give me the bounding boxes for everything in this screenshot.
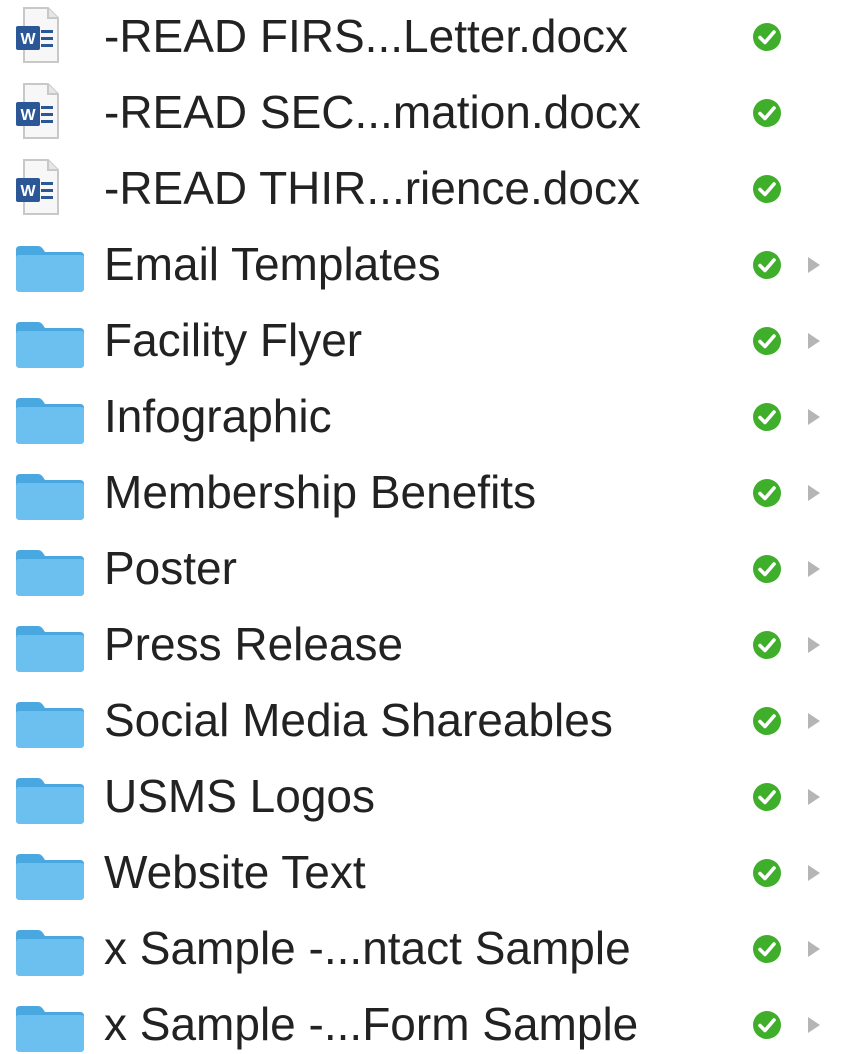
synced-check-icon [753, 327, 781, 355]
file-row[interactable]: W -READ FIRS...Letter.docx [0, 0, 848, 76]
folder-name: Website Text [104, 846, 366, 898]
folder-row[interactable]: Email Templates [0, 228, 848, 304]
folder-row[interactable]: Infographic [0, 380, 848, 456]
disclosure-triangle-icon[interactable] [806, 483, 822, 503]
folder-name: Infographic [104, 390, 332, 442]
folder-row[interactable]: x Sample -...Form Sample [0, 988, 848, 1054]
file-list: W -READ FIRS...Letter.docx W -READ SEC..… [0, 0, 848, 1054]
folder-row[interactable]: x Sample -...ntact Sample [0, 912, 848, 988]
folder-icon [16, 702, 84, 748]
disclosure-triangle-icon[interactable] [806, 407, 822, 427]
file-row[interactable]: W -READ SEC...mation.docx [0, 76, 848, 152]
word-document-icon: W [16, 7, 59, 63]
disclosure-triangle-icon[interactable] [806, 255, 822, 275]
disclosure-triangle-icon[interactable] [806, 635, 822, 655]
synced-check-icon [753, 251, 781, 279]
folder-icon [16, 246, 84, 292]
folder-icon [16, 854, 84, 900]
folder-icon [16, 626, 84, 672]
synced-check-icon [753, 23, 781, 51]
folder-name: Facility Flyer [104, 314, 363, 366]
folder-name: Email Templates [104, 238, 441, 290]
folder-name: Social Media Shareables [104, 694, 613, 746]
svg-text:W: W [20, 183, 36, 200]
folder-row[interactable]: Press Release [0, 608, 848, 684]
synced-check-icon [753, 99, 781, 127]
folder-icon [16, 398, 84, 444]
disclosure-triangle-icon[interactable] [806, 863, 822, 883]
disclosure-triangle-icon[interactable] [806, 711, 822, 731]
synced-check-icon [753, 175, 781, 203]
folder-icon [16, 930, 84, 976]
synced-check-icon [753, 859, 781, 887]
synced-check-icon [753, 935, 781, 963]
disclosure-triangle-icon[interactable] [806, 939, 822, 959]
disclosure-triangle-icon[interactable] [806, 331, 822, 351]
folder-name: USMS Logos [104, 770, 376, 822]
svg-text:W: W [20, 107, 36, 124]
folder-icon [16, 550, 84, 596]
folder-row[interactable]: USMS Logos [0, 760, 848, 836]
folder-name: Poster [104, 542, 237, 594]
file-name: -READ THIR...rience.docx [104, 162, 640, 214]
svg-text:W: W [20, 31, 36, 48]
folder-icon [16, 778, 84, 824]
folder-row[interactable]: Poster [0, 532, 848, 608]
folder-row[interactable]: Website Text [0, 836, 848, 912]
synced-check-icon [753, 707, 781, 735]
word-document-icon: W [16, 159, 59, 215]
synced-check-icon [753, 555, 781, 583]
folder-icon [16, 322, 84, 368]
folder-row[interactable]: Social Media Shareables [0, 684, 848, 760]
synced-check-icon [753, 1011, 781, 1039]
disclosure-triangle-icon[interactable] [806, 1015, 822, 1035]
folder-name: x Sample -...Form Sample [104, 998, 639, 1050]
file-name: -READ SEC...mation.docx [104, 86, 641, 138]
synced-check-icon [753, 783, 781, 811]
folder-name: x Sample -...ntact Sample [104, 922, 631, 974]
folder-row[interactable]: Membership Benefits [0, 456, 848, 532]
disclosure-triangle-icon[interactable] [806, 787, 822, 807]
folder-icon [16, 1006, 84, 1052]
folder-name: Membership Benefits [104, 466, 537, 518]
synced-check-icon [753, 631, 781, 659]
word-document-icon: W [16, 83, 59, 139]
folder-row[interactable]: Facility Flyer [0, 304, 848, 380]
synced-check-icon [753, 403, 781, 431]
folder-icon [16, 474, 84, 520]
disclosure-triangle-icon[interactable] [806, 559, 822, 579]
folder-name: Press Release [104, 618, 404, 670]
file-row[interactable]: W -READ THIR...rience.docx [0, 152, 848, 228]
file-name: -READ FIRS...Letter.docx [104, 10, 629, 62]
synced-check-icon [753, 479, 781, 507]
